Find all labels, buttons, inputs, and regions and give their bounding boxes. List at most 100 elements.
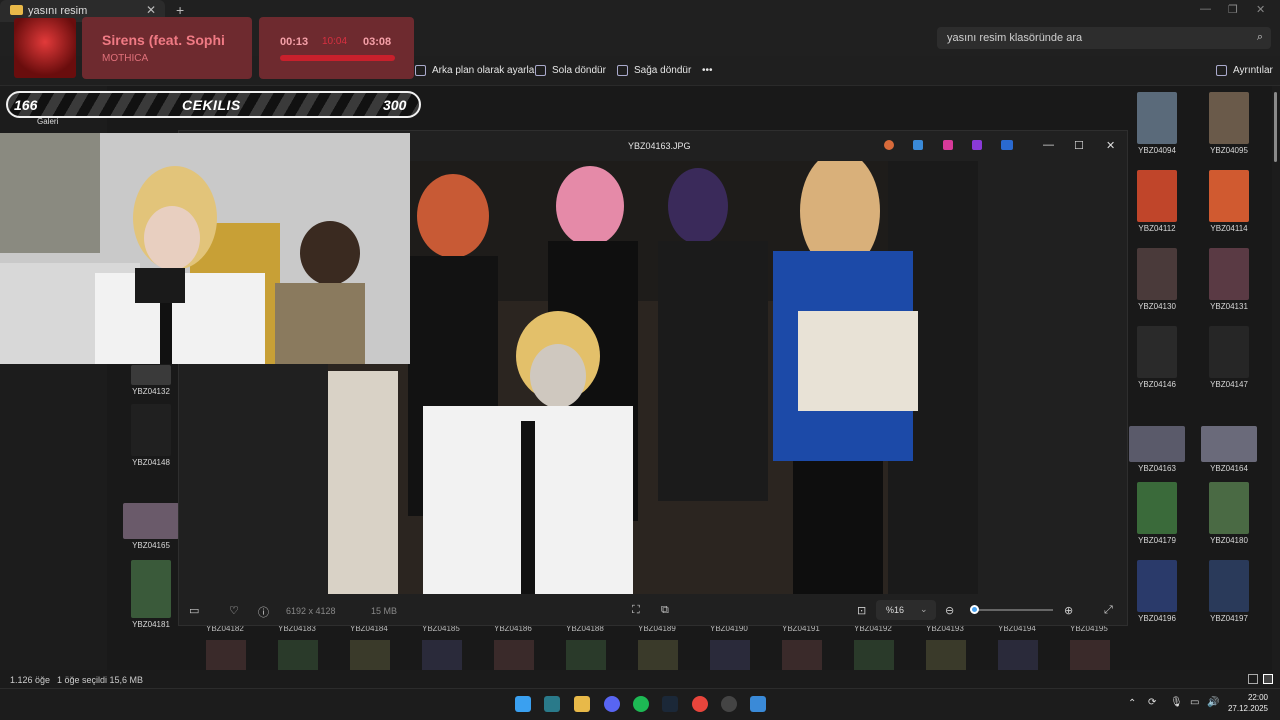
thumbnail-image	[1209, 482, 1249, 534]
clipchamp-icon[interactable]	[972, 140, 982, 150]
tab-label: yasını resim	[28, 5, 88, 17]
new-tab-button[interactable]: +	[176, 2, 184, 18]
close-tab-icon[interactable]: ✕	[146, 3, 156, 17]
spotify-icon[interactable]	[633, 696, 649, 712]
sidebar-item-gallery[interactable]: Galeri	[37, 117, 58, 126]
viewer-maximize-icon[interactable]: ☐	[1074, 139, 1084, 152]
thumbnail-caption: YBZ04197	[1210, 614, 1248, 623]
tray-chevron-icon[interactable]: ⌃	[1128, 698, 1136, 709]
tray-app-icon[interactable]: ⟳	[1148, 697, 1156, 708]
zoom-slider-thumb[interactable]	[970, 605, 979, 614]
favorite-icon[interactable]: ♡	[229, 604, 239, 617]
thumbnail-image[interactable]	[926, 640, 966, 670]
chrome-icon[interactable]	[692, 696, 708, 712]
obs-icon[interactable]	[721, 696, 737, 712]
more-button[interactable]: •••	[702, 65, 713, 76]
thumbnail-image	[123, 503, 179, 539]
thumbnail-caption: YBZ04148	[132, 458, 170, 467]
viewer-close-icon[interactable]: ✕	[1106, 139, 1115, 152]
compare-icon[interactable]: ⧉	[661, 604, 669, 617]
thumbnail-item[interactable]: YBZ04112	[1129, 170, 1185, 233]
tiles-view-icon[interactable]	[1263, 674, 1273, 684]
thumbnail-image[interactable]	[854, 640, 894, 670]
thumbnail-item[interactable]: YBZ04132	[123, 365, 179, 396]
rotate-right-button[interactable]: Sağa döndür	[617, 65, 691, 76]
info-icon[interactable]: ⓘ	[258, 604, 269, 620]
dimensions-text: 6192 x 4128	[286, 606, 336, 616]
thumbnail-image	[131, 365, 171, 385]
fit-icon[interactable]: ⊡	[857, 604, 866, 617]
zoom-select[interactable]: %16 ⌄	[876, 600, 936, 620]
thumbnail-item[interactable]: YBZ04180	[1201, 482, 1257, 545]
thumbnail-image[interactable]	[638, 640, 678, 670]
minimize-icon[interactable]: —	[1200, 3, 1211, 15]
rotate-left-button[interactable]: Sola döndür	[535, 65, 606, 76]
thumbnail-item[interactable]: YBZ04094	[1129, 92, 1185, 155]
thumbnail-image[interactable]	[566, 640, 606, 670]
thumbnail-item[interactable]: YBZ04164	[1201, 426, 1257, 473]
thumbnail-caption: YBZ04131	[1210, 302, 1248, 311]
onedrive-icon[interactable]	[1001, 140, 1013, 150]
status-bar: 1.126 öğe 1 öğe seçildi 15,6 MB	[0, 670, 1280, 688]
thumbnail-image[interactable]	[710, 640, 750, 670]
rotate-right-label: Sağa döndür	[634, 65, 692, 76]
filmstrip-icon[interactable]: ▭	[189, 604, 199, 617]
thumbnail-caption: YBZ04147	[1210, 380, 1248, 389]
crop-icon[interactable]: ⛶	[632, 604, 640, 617]
discord-icon[interactable]	[604, 696, 620, 712]
thumbnail-item[interactable]: YBZ04163	[1129, 426, 1185, 473]
clock-time: 22:00	[1247, 693, 1268, 702]
clock[interactable]: 22:00 27.12.2025	[1220, 692, 1268, 714]
thumbnail-image[interactable]	[494, 640, 534, 670]
thumbnail-item[interactable]: YBZ04095	[1201, 92, 1257, 155]
designer-icon[interactable]	[943, 140, 953, 150]
photos-icon[interactable]	[750, 696, 766, 712]
rotate-left-icon	[535, 65, 546, 76]
chevron-down-icon: ⌄	[920, 604, 928, 614]
thumbnail-item[interactable]: YBZ04179	[1129, 482, 1185, 545]
thumbnail-item[interactable]: YBZ04147	[1201, 326, 1257, 389]
set-background-button[interactable]: Arka plan olarak ayarla	[415, 65, 534, 76]
maximize-icon[interactable]: ❐	[1228, 3, 1238, 16]
thumbnail-image[interactable]	[1070, 640, 1110, 670]
thumbnail-image[interactable]	[350, 640, 390, 670]
start-icon[interactable]	[515, 696, 531, 712]
viewer-minimize-icon[interactable]: —	[1043, 139, 1054, 151]
thumbnail-item[interactable]: YBZ04165	[123, 503, 179, 550]
zoom-slider[interactable]	[970, 605, 1053, 614]
copilot-icon[interactable]	[884, 140, 894, 150]
thumbnail-item[interactable]: YBZ04181	[123, 560, 179, 629]
details-view-icon[interactable]	[1248, 674, 1258, 684]
app-icon[interactable]	[544, 696, 560, 712]
thumbnail-item[interactable]: YBZ04131	[1201, 248, 1257, 311]
search-input[interactable]: yasını resim klasöründe ara ⌕	[937, 27, 1271, 49]
thumbnail-image[interactable]	[422, 640, 462, 670]
thumbnail-item[interactable]: YBZ04114	[1201, 170, 1257, 233]
fullscreen-icon[interactable]: ⤢	[1104, 604, 1113, 617]
thumbnail-item[interactable]: YBZ04197	[1201, 560, 1257, 623]
album-art	[14, 18, 76, 78]
thumbnail-item[interactable]: YBZ04130	[1129, 248, 1185, 311]
thumbnail-image	[1137, 326, 1177, 378]
file-explorer-icon[interactable]	[574, 696, 590, 712]
zoom-out-icon[interactable]: ⊖	[945, 604, 954, 617]
thumbnail-item[interactable]: YBZ04196	[1129, 560, 1185, 623]
steam-icon[interactable]	[662, 696, 678, 712]
thumbnail-item[interactable]: YBZ04146	[1129, 326, 1185, 389]
volume-icon[interactable]: 🔊	[1207, 697, 1219, 708]
scrollbar[interactable]	[1272, 86, 1280, 670]
thumbnail-item[interactable]: YBZ04148	[123, 404, 179, 467]
thumbnail-image[interactable]	[782, 640, 822, 670]
thumbnail-image[interactable]	[278, 640, 318, 670]
edit-icon[interactable]	[913, 140, 923, 150]
monitor-icon[interactable]: ▭	[1190, 697, 1199, 708]
thumbnail-image[interactable]	[998, 640, 1038, 670]
total-time: 03:08	[363, 36, 392, 48]
zoom-in-icon[interactable]: ⊕	[1064, 604, 1073, 617]
microphone-icon[interactable]: 🎙	[1170, 697, 1183, 708]
close-window-icon[interactable]: ✕	[1256, 3, 1265, 16]
thumbnail-caption: YBZ04132	[132, 387, 170, 396]
details-button[interactable]: Ayrıntılar	[1216, 65, 1273, 76]
thumbnail-image[interactable]	[206, 640, 246, 670]
thumbnail-image	[1137, 170, 1177, 222]
